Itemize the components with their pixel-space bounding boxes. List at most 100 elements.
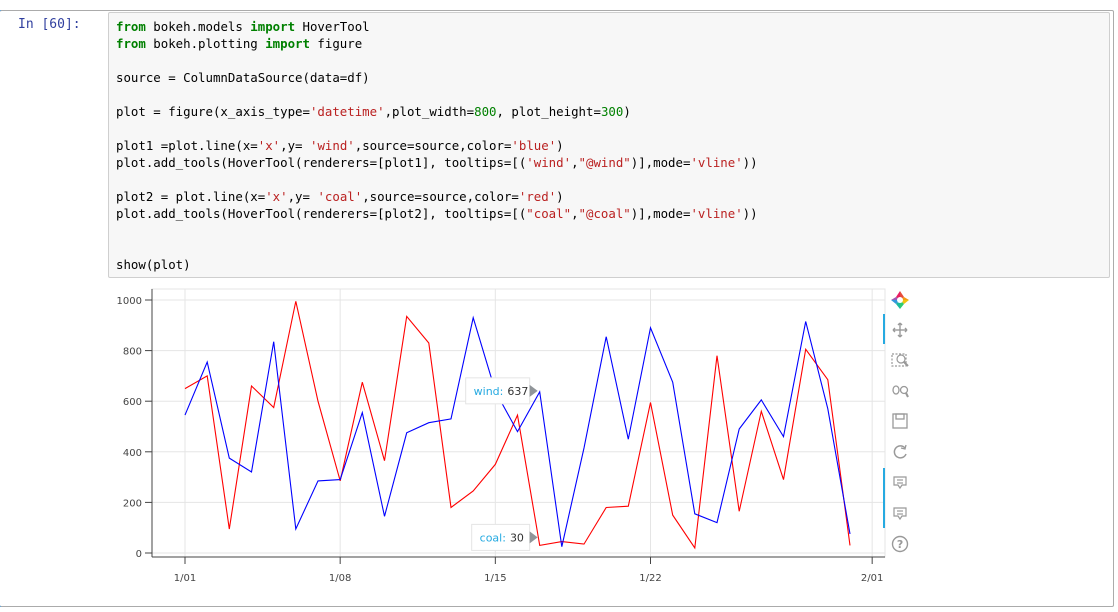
tooltip-layer: wind: 637 coal: 30 xyxy=(465,377,538,551)
code-line: from bokeh.plotting import figure xyxy=(116,35,758,52)
code-token: ,y= xyxy=(287,189,318,204)
code-token: ) xyxy=(556,189,564,204)
tooltip-label: coal: xyxy=(480,531,506,544)
code-token: ,y= xyxy=(280,138,310,153)
tooltip-value: 30 xyxy=(510,531,524,544)
code-text[interactable]: from bokeh.models import HoverTool from b… xyxy=(116,18,758,273)
code-token: bokeh.plotting xyxy=(145,36,266,51)
code-token: 'x' xyxy=(265,189,288,204)
hover-active-indicator xyxy=(883,468,885,528)
code-line: ​ xyxy=(116,171,758,188)
plot-toolbar: ? xyxy=(883,291,909,553)
pan-icon[interactable] xyxy=(892,322,908,338)
code-token: 300 xyxy=(600,104,624,119)
save-icon[interactable] xyxy=(892,413,908,429)
code-line: from bokeh.models import HoverTool xyxy=(116,18,758,35)
code-token: )) xyxy=(742,155,758,170)
code-token: 'vline' xyxy=(690,155,743,170)
code-line: plot1 =plot.line(x='x',y= 'wind',source=… xyxy=(116,137,758,154)
tooltip-arrow xyxy=(529,531,538,544)
code-token: plot2 = plot.line(x= xyxy=(116,189,266,204)
pan-active-indicator xyxy=(883,314,885,344)
code-token: show(plot) xyxy=(116,257,191,272)
tooltip-label: wind: xyxy=(474,385,504,398)
x-tick-label: 2/01 xyxy=(861,573,883,584)
series-layer xyxy=(184,301,851,550)
box-zoom-icon[interactable] xyxy=(891,353,909,367)
code-token: )],mode= xyxy=(630,155,691,170)
svg-text:?: ? xyxy=(897,538,903,551)
code-token: , plot_height= xyxy=(496,104,601,119)
code-line: source = ColumnDataSource(data=df) xyxy=(116,69,758,86)
hover-wind-icon[interactable] xyxy=(893,476,907,490)
code-token: 'x' xyxy=(257,138,281,153)
code-token: "@coal" xyxy=(578,206,631,221)
code-token: 'datetime' xyxy=(309,104,385,119)
code-token: ) xyxy=(556,138,564,153)
code-line: plot = figure(x_axis_type='datetime',plo… xyxy=(116,103,758,120)
y-tick-label: 0 xyxy=(136,549,142,560)
code-token: ,plot_width= xyxy=(384,104,475,119)
y-tick-label: 600 xyxy=(123,397,142,408)
code-token: import xyxy=(265,36,310,51)
code-token: 'wind' xyxy=(309,138,355,153)
code-line: plot.add_tools(HoverTool(renderers=[plot… xyxy=(116,205,758,222)
code-token: , xyxy=(571,155,579,170)
x-tick-label: 1/22 xyxy=(639,573,661,584)
code-token: 'vline' xyxy=(690,206,743,221)
series-line-coal[interactable] xyxy=(184,301,851,550)
code-token: 800 xyxy=(474,104,497,119)
output-area: 0 200 400 600 800 1000 1/01 1/08 1/15 1/22 2/01 wi… xyxy=(108,280,1110,600)
x-tick-label: 1/01 xyxy=(174,573,196,584)
wheel-zoom-icon[interactable] xyxy=(892,385,909,398)
tooltip-wind: wind: 637 xyxy=(465,377,538,405)
code-line: ​ xyxy=(116,222,758,239)
x-tick-label: 1/08 xyxy=(329,573,351,584)
code-token: from xyxy=(116,19,146,34)
bokeh-logo-icon[interactable] xyxy=(891,291,909,309)
tooltip-coal: coal: 30 xyxy=(471,523,538,551)
input-prompt: In [60]: xyxy=(18,17,81,32)
code-line: plot2 = plot.line(x='x',y= 'coal',source… xyxy=(116,188,758,205)
code-editor[interactable]: from bokeh.models import HoverTool from b… xyxy=(108,12,1110,278)
code-token: 'coal' xyxy=(317,189,363,204)
code-token: 'blue' xyxy=(511,138,557,153)
y-tick-label: 1000 xyxy=(117,296,142,307)
code-line: plot.add_tools(HoverTool(renderers=[plot… xyxy=(116,154,758,171)
code-token: 'red' xyxy=(518,189,557,204)
y-tick-label: 200 xyxy=(123,498,142,509)
hover-coal-icon[interactable] xyxy=(893,507,907,521)
code-token: bokeh.models xyxy=(145,19,251,34)
code-line: ​ xyxy=(116,120,758,137)
tooltip-value: 637 xyxy=(507,385,528,398)
reset-icon[interactable] xyxy=(893,444,907,459)
bokeh-plot[interactable]: 0 200 400 600 800 1000 1/01 1/08 1/15 1/22 2/01 wi… xyxy=(108,280,1110,600)
code-token: plot1 =plot.line(x= xyxy=(116,138,258,153)
x-tick-label: 1/15 xyxy=(484,573,506,584)
code-token: )],mode= xyxy=(630,206,691,221)
code-token: HoverTool xyxy=(295,19,370,34)
code-token: import xyxy=(250,19,296,34)
code-line: show(plot) xyxy=(116,256,758,273)
tooltip-arrow xyxy=(529,384,538,397)
code-line: ​ xyxy=(116,52,758,69)
code-line: ​ xyxy=(116,239,758,256)
code-token: figure xyxy=(309,36,363,51)
code-token: "coal" xyxy=(526,206,572,221)
y-tick-label: 800 xyxy=(123,347,142,358)
code-token: plot = figure(x_axis_type= xyxy=(116,104,310,119)
code-token: plot.add_tools(HoverTool(renderers=[plot… xyxy=(116,206,527,221)
code-token: , xyxy=(571,206,579,221)
y-tick-label: 400 xyxy=(123,448,142,459)
code-line: ​ xyxy=(116,86,758,103)
code-token: ,source=source,color= xyxy=(354,138,512,153)
help-icon[interactable]: ? xyxy=(891,535,909,553)
code-token: ) xyxy=(623,104,631,119)
code-token: from xyxy=(116,36,146,51)
code-token: source = ColumnDataSource(data=df) xyxy=(116,70,370,85)
code-token: )) xyxy=(742,206,758,221)
code-token: "@wind" xyxy=(578,155,631,170)
code-token: ,source=source,color= xyxy=(362,189,519,204)
code-token: plot.add_tools(HoverTool(renderers=[plot… xyxy=(116,155,527,170)
code-token: 'wind' xyxy=(526,155,572,170)
